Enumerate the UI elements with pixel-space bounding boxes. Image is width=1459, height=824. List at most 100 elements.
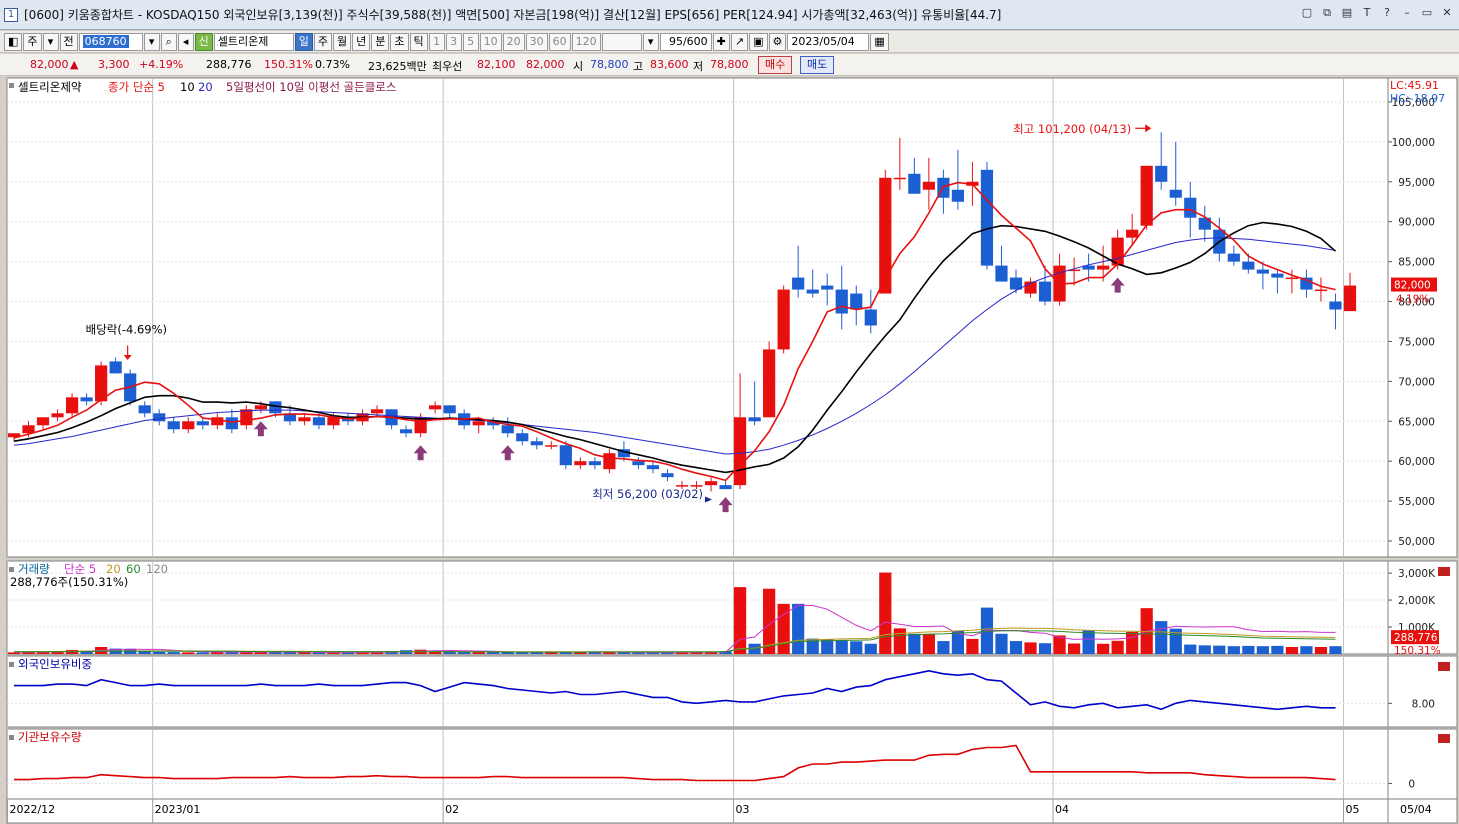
candle-body	[429, 405, 442, 410]
candle-body	[370, 409, 384, 414]
candle-body	[65, 397, 79, 414]
volume-bar	[1126, 631, 1139, 654]
period-year[interactable]: 년	[352, 32, 371, 51]
volume-bar	[966, 638, 979, 654]
candle-body	[821, 285, 834, 290]
foreign-tick-label: 8.00	[1412, 698, 1435, 710]
buy-button[interactable]: 매수	[758, 56, 793, 74]
minimize-icon[interactable]: –	[1401, 7, 1413, 19]
volume-bar	[1213, 645, 1226, 654]
volume-bar	[922, 634, 935, 654]
price-change: 3,300	[98, 58, 130, 71]
crosshair-icon[interactable]: ✚	[712, 32, 730, 51]
panel-marker-icon	[9, 83, 14, 88]
candle-body	[1227, 253, 1240, 262]
interval-120[interactable]: 120	[571, 32, 601, 51]
layout-icon[interactable]: ▢	[1301, 7, 1313, 19]
candle-body	[138, 405, 151, 414]
help-icon[interactable]: ?	[1381, 7, 1393, 19]
interval-20[interactable]: 20	[502, 32, 525, 51]
y-tick-label: 50,000	[1398, 536, 1435, 548]
best-ask: 82,100	[477, 58, 516, 71]
code-dropdown-icon[interactable]: ▾	[143, 32, 160, 51]
candle-body	[646, 465, 660, 470]
volume-bar	[36, 652, 50, 654]
credit-badge[interactable]: 신	[194, 32, 213, 51]
period-second[interactable]: 초	[390, 32, 409, 51]
vol-legend-name: 거래량	[18, 562, 50, 576]
candle-body	[443, 405, 456, 414]
copy-icon[interactable]: ⧉	[1321, 7, 1333, 19]
vol-ma20-legend: 20	[106, 562, 121, 576]
volume-bar	[283, 652, 297, 654]
custom-interval-input[interactable]	[601, 32, 642, 51]
open-price: 78,800	[590, 58, 629, 71]
volume-bar	[1227, 646, 1240, 654]
vol-tick-label: 2,000K	[1398, 595, 1436, 607]
interval-60[interactable]: 60	[548, 32, 571, 51]
sound-icon[interactable]: ◂	[177, 32, 194, 51]
y-tick-label: 60,000	[1398, 456, 1435, 468]
chart-type-icon[interactable]: ◧	[4, 32, 23, 51]
period-month[interactable]: 월	[333, 32, 352, 51]
candle-body	[922, 181, 935, 190]
all-button[interactable]: 전	[59, 32, 78, 51]
interval-1[interactable]: 1	[428, 32, 445, 51]
candle-body	[1242, 261, 1255, 270]
interval-10[interactable]: 10	[479, 32, 502, 51]
candle-body	[254, 405, 267, 410]
volume-bar	[937, 641, 950, 654]
y-tick-label: 65,000	[1398, 416, 1435, 428]
candle-body	[951, 189, 965, 202]
sell-button[interactable]: 매도	[800, 56, 835, 74]
interval-5[interactable]: 5	[462, 32, 479, 51]
date-input[interactable]: 2023/05/04	[787, 32, 870, 51]
interval-30[interactable]: 30	[525, 32, 548, 51]
candle-body	[733, 417, 747, 486]
period-minute[interactable]: 분	[371, 32, 390, 51]
stock-name-field[interactable]: 셀트리온제	[213, 32, 294, 51]
candle-body	[574, 461, 587, 466]
window-number[interactable]: 1	[4, 7, 18, 22]
text-icon[interactable]: T	[1361, 7, 1373, 19]
candle-body	[850, 293, 863, 310]
candle-body	[167, 421, 180, 430]
period-tick[interactable]: 틱	[409, 32, 428, 51]
period-week[interactable]: 주	[313, 32, 333, 51]
turnover-rate: 0.73%	[315, 58, 350, 71]
volume-bar	[501, 652, 514, 654]
foreign-legend-name: 외국인보유비중	[18, 657, 92, 671]
candle-body	[1097, 265, 1110, 270]
search-icon[interactable]: ⌕	[160, 32, 177, 51]
date-label: 03	[736, 803, 750, 816]
maximize-icon[interactable]: ▭	[1421, 7, 1433, 19]
chart-area[interactable]: 2022/12 2023/01 02 03 04 05 05/04 50,000 55,000 6…	[0, 77, 1459, 824]
settings-icon[interactable]: ⚙	[768, 32, 787, 51]
date-label: 04	[1055, 803, 1069, 816]
panel-close-icon	[1438, 734, 1450, 743]
price-panel-axis	[1387, 77, 1458, 558]
y-tick-label: 90,000	[1398, 217, 1435, 229]
candle-body	[632, 461, 645, 466]
calendar-icon[interactable]: ▦	[870, 32, 889, 51]
candle-body	[196, 421, 209, 426]
candle-count-input[interactable]: 95/600	[659, 32, 712, 51]
volume-bar	[792, 603, 805, 654]
candle-body	[298, 417, 311, 422]
close-icon[interactable]: ✕	[1441, 7, 1453, 19]
volume-bar	[835, 639, 848, 654]
candle-body	[153, 413, 166, 422]
period-day[interactable]: 일	[294, 32, 313, 51]
market-select[interactable]: 주	[23, 32, 42, 51]
stock-code-input[interactable]: 068760	[78, 32, 143, 51]
candle-body	[1184, 197, 1197, 218]
draw-tool-icon[interactable]: ↗	[730, 32, 749, 51]
market-dropdown-icon[interactable]: ▾	[42, 32, 59, 51]
interval-dropdown-icon[interactable]: ▾	[642, 32, 659, 51]
list-icon[interactable]: ▤	[1341, 7, 1353, 19]
y-tick-label: 70,000	[1398, 376, 1435, 388]
interval-3[interactable]: 3	[445, 32, 462, 51]
candle-body	[763, 349, 776, 418]
save-icon[interactable]: ▣	[749, 32, 768, 51]
volume-bar	[196, 652, 209, 654]
